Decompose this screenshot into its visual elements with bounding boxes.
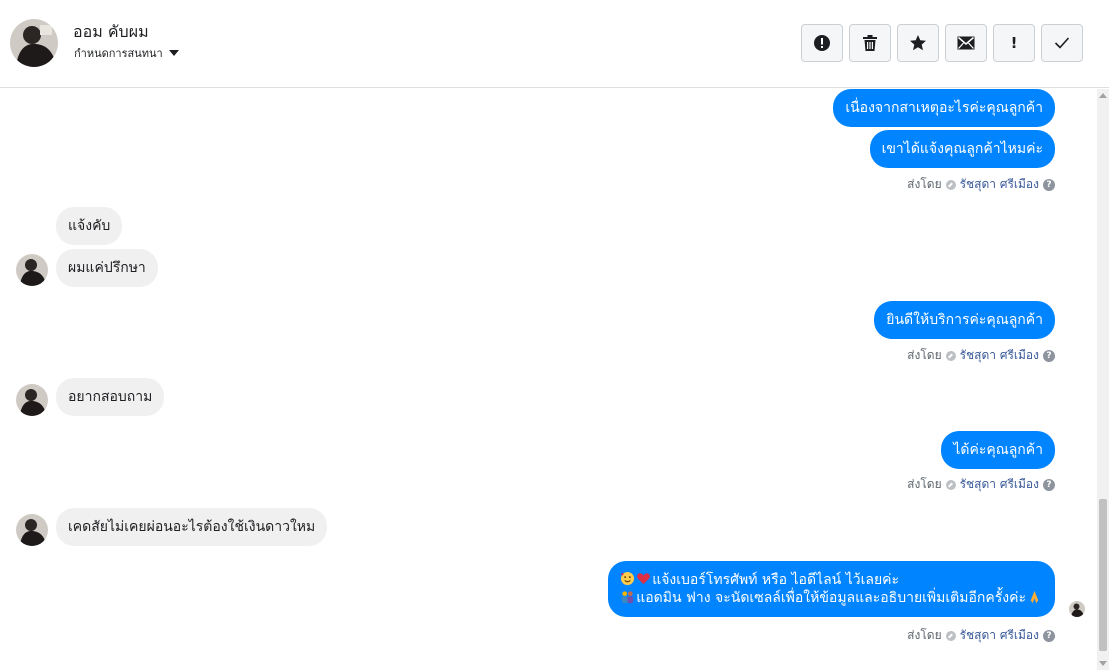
conversation-header: ออม คับผม กำหนดการสนทนา ! xyxy=(0,0,1109,88)
thread-scrollbar[interactable] xyxy=(1097,89,1109,670)
mark-unread-button[interactable] xyxy=(945,24,987,62)
message-incoming[interactable]: เคดสัยไม่เคยผ่อนอะไรต้องใช้เงินดาวใหม xyxy=(56,508,328,546)
mark-spam-button[interactable] xyxy=(801,24,843,62)
trash-icon xyxy=(863,35,877,51)
message-outgoing[interactable]: ยินดีให้บริการค่ะคุณลูกค้า xyxy=(874,301,1055,339)
sender-name[interactable]: รัชสุดา ศรีเมือง xyxy=(960,346,1039,365)
mark-done-button[interactable] xyxy=(1041,24,1083,62)
message-text: เคดสัยไม่เคยผ่อนอะไรต้องใช้เงินดาวใหม xyxy=(68,519,316,535)
sent-by-info: ส่งโดย รัชสุดา ศรีเมือง ? xyxy=(907,475,1055,494)
message-thread[interactable]: เนื่องจากสาเหตุอะไรค่ะคุณลูกค้า เขาได้แจ… xyxy=(0,89,1097,670)
scroll-down-arrow-icon[interactable] xyxy=(1099,661,1107,666)
help-icon[interactable]: ? xyxy=(1043,349,1055,362)
follow-up-button[interactable]: ! xyxy=(993,24,1035,62)
sent-by-label: ส่งโดย xyxy=(907,348,942,362)
contact-name: ออม คับผม xyxy=(73,22,149,41)
help-icon[interactable]: ? xyxy=(1043,178,1055,191)
check-circle-icon xyxy=(945,179,956,190)
sent-by-label: ส่งโดย xyxy=(907,477,942,491)
message-incoming[interactable]: ผมแค่ปรึกษา xyxy=(56,249,158,287)
help-icon[interactable]: ? xyxy=(1043,478,1055,491)
message-text: เขาได้แจ้งคุณลูกค้าไหมค่ะ xyxy=(881,141,1043,157)
delete-button[interactable] xyxy=(849,24,891,62)
sent-by-label: ส่งโดย xyxy=(907,177,942,191)
message-outgoing[interactable]: เขาได้แจ้งคุณลูกค้าไหมค่ะ xyxy=(869,130,1055,168)
exclamation-circle-icon xyxy=(814,35,830,51)
message-outgoing[interactable]: ได้ค่ะคุณลูกค้า xyxy=(941,431,1055,469)
contact-avatar-small[interactable] xyxy=(16,384,48,416)
message-line: แจ้งเบอร์โทรศัพท์ หรือ ไอดีไลน์ ไว้เลยค่… xyxy=(620,571,1043,589)
message-line: แอดมิน ฟาง จะนัดเซลล์เพื่อให้ข้อมูลและอธ… xyxy=(620,589,1043,607)
contact-avatar-small[interactable] xyxy=(16,254,48,286)
scroll-up-arrow-icon[interactable] xyxy=(1099,93,1107,98)
star-icon xyxy=(910,35,926,51)
follow-up-label: ! xyxy=(1010,34,1018,52)
sender-name[interactable]: รัชสุดา ศรีเมือง xyxy=(960,475,1039,494)
sent-by-label: ส่งโดย xyxy=(907,628,942,642)
message-text: เนื่องจากสาเหตุอะไรค่ะคุณลูกค้า xyxy=(845,100,1043,116)
sent-by-info: ส่งโดย รัชสุดา ศรีเมือง ? xyxy=(907,626,1055,645)
message-text: แจ้งคับ xyxy=(68,218,111,234)
help-icon[interactable]: ? xyxy=(1043,629,1055,642)
conversation-settings[interactable]: กำหนดการสนทนา xyxy=(74,44,179,62)
sender-name[interactable]: รัชสุดา ศรีเมือง xyxy=(960,626,1039,645)
message-incoming[interactable]: แจ้งคับ xyxy=(56,207,123,245)
message-incoming[interactable]: อยากสอบถาม xyxy=(56,378,165,416)
message-text: ผมแค่ปรึกษา xyxy=(68,260,146,276)
check-circle-icon xyxy=(945,350,956,361)
star-button[interactable] xyxy=(897,24,939,62)
caret-down-icon xyxy=(168,50,179,56)
message-text: ได้ค่ะคุณลูกค้า xyxy=(953,442,1043,458)
sent-by-info: ส่งโดย รัชสุดา ศรีเมือง ? xyxy=(907,346,1055,365)
envelope-icon xyxy=(957,36,975,50)
check-icon xyxy=(1054,37,1070,49)
folded-hands-icon xyxy=(1030,590,1039,604)
seen-avatar xyxy=(1069,601,1085,617)
conversation-settings-label: กำหนดการสนทนา xyxy=(74,47,163,60)
check-circle-icon xyxy=(945,479,956,490)
check-circle-icon xyxy=(945,630,956,641)
smiling-face-with-hearts-icon xyxy=(621,571,635,586)
contact-avatar[interactable] xyxy=(10,19,58,67)
people-icon xyxy=(622,591,634,604)
red-heart-icon xyxy=(637,573,651,585)
sent-by-info: ส่งโดย รัชสุดา ศรีเมือง ? xyxy=(907,175,1055,194)
message-text: อยากสอบถาม xyxy=(68,389,153,405)
message-outgoing[interactable]: แจ้งเบอร์โทรศัพท์ หรือ ไอดีไลน์ ไว้เลยค่… xyxy=(608,561,1055,617)
message-text: ยินดีให้บริการค่ะคุณลูกค้า xyxy=(886,312,1043,328)
message-text-line2: แอดมิน ฟาง จะนัดเซลล์เพื่อให้ข้อมูลและอธ… xyxy=(636,590,1026,606)
sender-name[interactable]: รัชสุดา ศรีเมือง xyxy=(960,175,1039,194)
message-text-line1: แจ้งเบอร์โทรศัพท์ หรือ ไอดีไลน์ ไว้เลยค่… xyxy=(652,572,900,588)
scrollbar-thumb[interactable] xyxy=(1099,499,1107,651)
contact-avatar-small[interactable] xyxy=(16,514,48,546)
header-actions: ! xyxy=(801,24,1083,62)
message-outgoing[interactable]: เนื่องจากสาเหตุอะไรค่ะคุณลูกค้า xyxy=(833,89,1055,127)
